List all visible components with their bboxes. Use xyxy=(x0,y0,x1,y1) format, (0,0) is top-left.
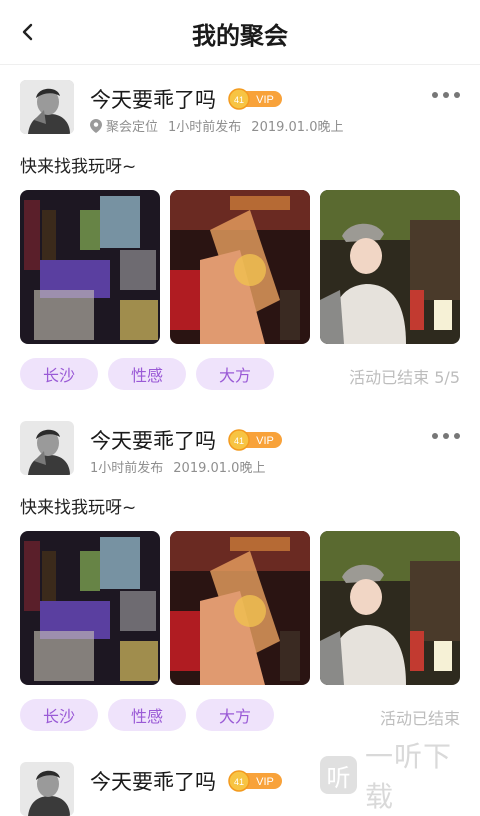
location-label: 聚会定位 xyxy=(106,120,159,135)
tag-chip[interactable]: 性感 xyxy=(108,358,186,390)
watermark: 听 一听下载 xyxy=(320,740,478,813)
vip-label: VIP xyxy=(256,435,274,447)
photo-grid xyxy=(20,531,460,685)
post-meta: 1小时前发布 2019.01.0晚上 xyxy=(90,457,265,476)
post-meta: 聚会定位 1小时前发布 2019.01.0晚上 xyxy=(90,116,343,135)
post-text: 快来找我玩呀~ xyxy=(20,157,137,177)
avatar[interactable] xyxy=(20,762,74,816)
post-date: 2019.01.0晚上 xyxy=(251,120,344,135)
header-divider xyxy=(0,64,480,65)
vip-label: VIP xyxy=(256,776,274,788)
post-time: 1小时前发布 xyxy=(168,120,242,135)
vip-label: VIP xyxy=(256,94,274,106)
photo-woman[interactable] xyxy=(320,531,460,685)
more-options-icon[interactable] xyxy=(432,92,460,98)
activity-status: 活动已结束 xyxy=(379,709,460,728)
post-time: 1小时前发布 xyxy=(90,461,164,476)
user-name: 今天要乖了吗 xyxy=(90,88,216,112)
avatar[interactable] xyxy=(20,80,74,134)
vip-level: 41 xyxy=(234,436,244,446)
vip-level: 41 xyxy=(234,777,244,787)
watermark-logo-icon: 听 xyxy=(320,756,358,794)
post-date: 2019.01.0晚上 xyxy=(173,461,266,476)
tag-chip[interactable]: 性感 xyxy=(108,699,186,731)
vip-level: 41 xyxy=(234,95,244,105)
user-name: 今天要乖了吗 xyxy=(90,429,216,453)
photo-bottles[interactable] xyxy=(20,190,160,344)
location-pin-icon xyxy=(90,118,102,133)
tag-list: 长沙 性感 大方 xyxy=(20,358,274,390)
photo-drink[interactable] xyxy=(170,531,310,685)
header: 我的聚会 xyxy=(0,0,480,64)
vip-badge: 41 VIP xyxy=(228,88,284,110)
post-card: 今天要乖了吗 41 VIP 聚会定位 1小时前发布 2019.01.0晚上 快来… xyxy=(0,80,480,400)
page-title: 我的聚会 xyxy=(192,22,288,50)
vip-badge: 41 VIP xyxy=(228,770,284,792)
avatar[interactable] xyxy=(20,421,74,475)
post-text: 快来找我玩呀~ xyxy=(20,498,137,518)
vip-badge: 41 VIP xyxy=(228,429,284,451)
tag-chip[interactable]: 长沙 xyxy=(20,699,98,731)
photo-drink[interactable] xyxy=(170,190,310,344)
photo-woman[interactable] xyxy=(320,190,460,344)
tag-chip[interactable]: 大方 xyxy=(196,699,274,731)
photo-grid xyxy=(20,190,460,344)
photo-bottles[interactable] xyxy=(20,531,160,685)
tag-chip[interactable]: 长沙 xyxy=(20,358,98,390)
user-name: 今天要乖了吗 xyxy=(90,770,216,794)
tag-list: 长沙 性感 大方 xyxy=(20,699,274,731)
post-card: 今天要乖了吗 41 VIP 1小时前发布 2019.01.0晚上 快来找我玩呀~ xyxy=(0,421,480,741)
activity-status: 活动已结束 5/5 xyxy=(349,368,460,387)
more-options-icon[interactable] xyxy=(432,433,460,439)
tag-chip[interactable]: 大方 xyxy=(196,358,274,390)
watermark-text: 一听下载 xyxy=(365,740,453,813)
